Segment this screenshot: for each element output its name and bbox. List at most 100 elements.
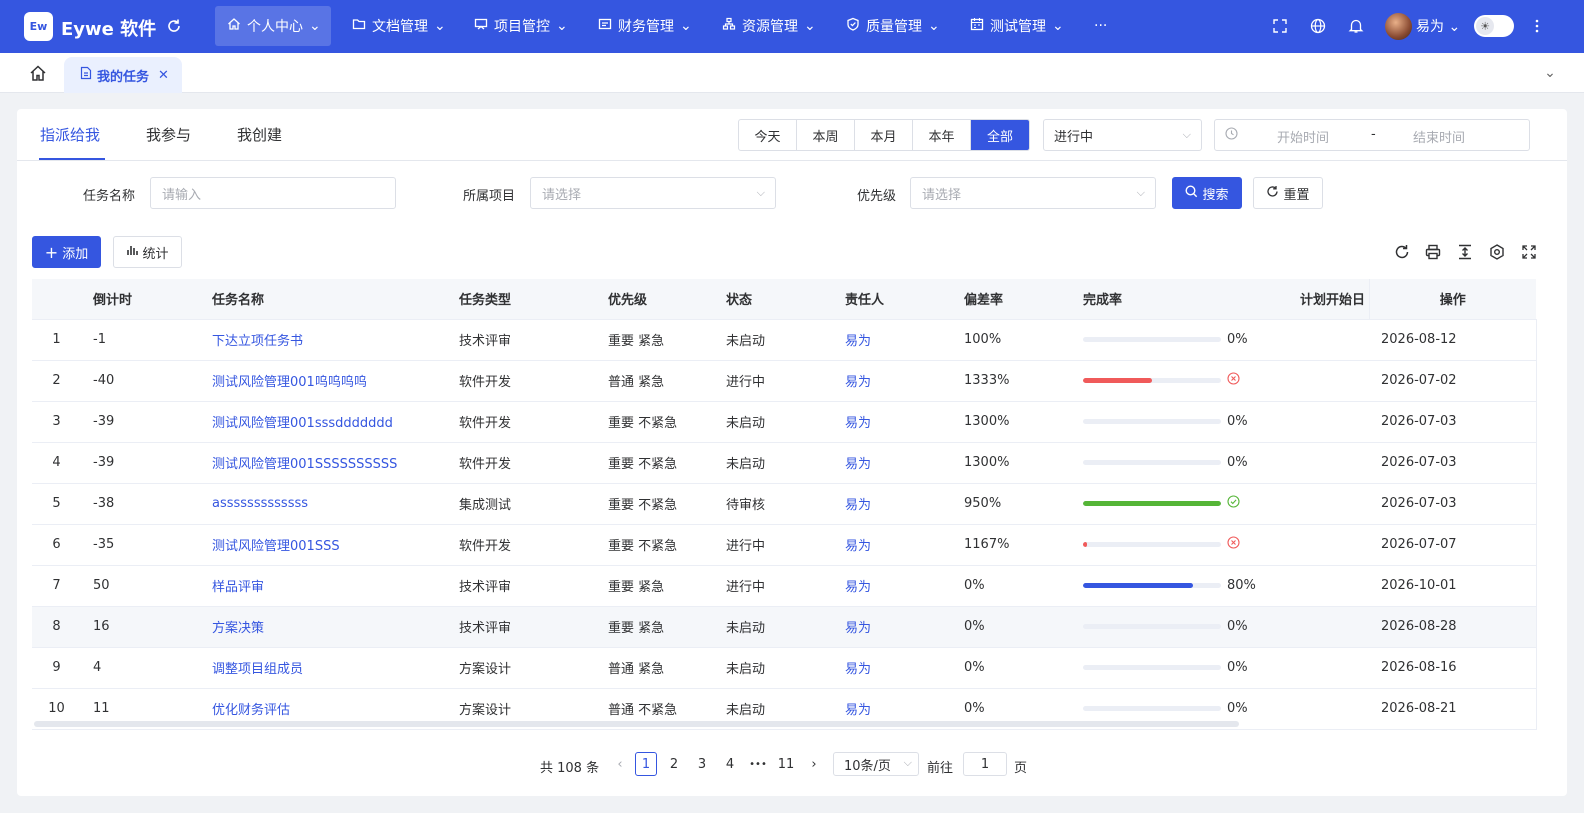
column-header[interactable]: 偏差率 — [952, 279, 1071, 320]
table-row[interactable]: 6 -35 测试风险管理001SSS 软件开发 重要 不紧急 进行中 易为 1167% 2026… — [32, 524, 1536, 566]
priority-select[interactable]: 请选择 ⌵ — [910, 177, 1156, 209]
progress-cell — [1071, 360, 1369, 402]
range-today-button[interactable]: 今天 — [739, 120, 797, 150]
column-header[interactable]: 任务名称 — [200, 279, 447, 320]
theme-toggle[interactable]: ☀ — [1474, 15, 1514, 37]
owner-link[interactable]: 易为 — [833, 524, 952, 566]
owner-link[interactable]: 易为 — [833, 401, 952, 443]
next-page-icon[interactable]: › — [803, 752, 825, 776]
subtab-created[interactable]: 我创建 — [237, 124, 282, 145]
task-name-link[interactable]: 样品评审 — [200, 565, 447, 607]
menu-personal-center[interactable]: 个人中心 ⌄ — [215, 6, 331, 46]
range-month-button[interactable]: 本月 — [855, 120, 913, 150]
range-year-button[interactable]: 本年 — [913, 120, 971, 150]
start-date-input[interactable]: 开始时间 — [1277, 127, 1329, 146]
home-tab-icon[interactable] — [26, 62, 50, 84]
task-name-input[interactable]: 请输入 — [150, 177, 396, 209]
page-number[interactable]: 1 — [635, 752, 657, 776]
owner-link[interactable]: 易为 — [833, 442, 952, 484]
priority-cell: 重要 紧急 — [596, 319, 714, 361]
page-number[interactable]: 4 — [719, 752, 741, 776]
owner-link[interactable]: 易为 — [833, 647, 952, 689]
table-row[interactable]: 1 -1 下达立项任务书 技术评审 重要 紧急 未启动 易为 100% 0% 2026-08-12… — [32, 319, 1536, 361]
task-name-link[interactable]: 测试风险管理001SSSSSSSSSS — [200, 442, 447, 484]
subtab-assigned-to-me[interactable]: 指派给我 — [40, 124, 100, 145]
table-row[interactable]: 2 -40 测试风险管理001呜呜呜呜 软件开发 普通 紧急 进行中 易为 1333% 2026… — [32, 360, 1536, 402]
globe-icon[interactable] — [1307, 15, 1329, 37]
add-button[interactable]: + 添加 — [32, 236, 101, 268]
subtab-participating[interactable]: 我参与 — [146, 124, 191, 145]
fullscreen-icon[interactable] — [1269, 15, 1291, 37]
menu-test-management[interactable]: 测试管理 ⌄ — [958, 6, 1076, 46]
reset-button[interactable]: 重置 — [1253, 177, 1323, 209]
goto-page-input[interactable]: 1 — [963, 752, 1007, 776]
table-row[interactable]: 4 -39 测试风险管理001SSSSSSSSSS 软件开发 重要 不紧急 未启动 易为 13… — [32, 442, 1536, 484]
close-icon[interactable]: ✕ — [158, 68, 169, 83]
bell-icon[interactable] — [1345, 15, 1367, 37]
menu-document-management[interactable]: 文档管理 ⌄ — [340, 6, 458, 46]
owner-link[interactable]: 易为 — [833, 606, 952, 648]
column-header[interactable]: 优先级 — [596, 279, 714, 320]
page-size-select[interactable]: 10条/页 ⌵ — [833, 752, 919, 776]
gear-icon[interactable] — [1488, 243, 1506, 261]
menu-project-control[interactable]: 项目管控 ⌄ — [462, 6, 580, 46]
project-select[interactable]: 请选择 ⌵ — [530, 177, 776, 209]
page-ellipsis[interactable]: ••• — [747, 752, 769, 776]
column-header[interactable]: 倒计时 — [81, 279, 200, 320]
owner-link[interactable]: 易为 — [833, 565, 952, 607]
refresh-icon[interactable] — [163, 15, 185, 37]
menu-quality-management[interactable]: 质量管理 ⌄ — [834, 6, 952, 46]
column-height-icon[interactable] — [1456, 243, 1474, 261]
deviation-cell: 1300% — [952, 442, 1071, 484]
range-all-button[interactable]: 全部 — [971, 120, 1029, 150]
avatar[interactable] — [1385, 13, 1412, 40]
table-row[interactable]: 5 -38 asssssssssssss 集成测试 重要 不紧急 待审核 易为 950% 202… — [32, 483, 1536, 525]
task-name-link[interactable]: 调整项目组成员 — [200, 647, 447, 689]
range-week-button[interactable]: 本周 — [797, 120, 855, 150]
app-logo[interactable]: Ew — [24, 12, 53, 41]
table-row[interactable]: 816方案决策技术评审重要 紧急未启动易为0%0%2026-08-28详情|更多… — [32, 606, 1536, 648]
progress-text: 0% — [1227, 455, 1248, 470]
horizontal-scrollbar[interactable] — [34, 721, 1239, 727]
search-button[interactable]: 搜索 — [1172, 177, 1242, 209]
task-name-link[interactable]: 测试风险管理001sssddddddd — [200, 401, 447, 443]
table-row[interactable]: 94调整项目组成员方案设计普通 紧急未启动易为0%0%2026-08-16详情|… — [32, 647, 1536, 689]
page-number[interactable]: 2 — [663, 752, 685, 776]
column-header[interactable]: 状态 — [714, 279, 833, 320]
deviation-cell: 1333% — [952, 360, 1071, 402]
progress-track — [1083, 337, 1221, 342]
page-number[interactable]: 3 — [691, 752, 713, 776]
owner-link[interactable]: 易为 — [833, 319, 952, 361]
menu-finance-management[interactable]: 财务管理 ⌄ — [586, 6, 704, 46]
owner-link[interactable]: 易为 — [833, 483, 952, 525]
task-name-link[interactable]: 方案决策 — [200, 606, 447, 648]
task-name-link[interactable]: 测试风险管理001呜呜呜呜 — [200, 360, 447, 402]
table-row[interactable]: 750样品评审技术评审重要 紧急进行中易为0%80%2026-10-01详情|更… — [32, 565, 1536, 607]
status-cell: 待审核 — [714, 483, 833, 525]
task-name-link[interactable]: 测试风险管理001SSS — [200, 524, 447, 566]
expand-icon[interactable] — [1520, 243, 1538, 261]
prev-page-icon[interactable]: ‹ — [609, 752, 631, 776]
end-date-input[interactable]: 结束时间 — [1413, 127, 1465, 146]
tab-my-tasks[interactable]: 我的任务 ✕ — [64, 57, 182, 93]
stats-button[interactable]: 统计 — [113, 236, 182, 268]
menu-more[interactable]: ··· — [1082, 6, 1119, 46]
table-row[interactable]: 3 -39 测试风险管理001sssddddddd 软件开发 重要 不紧急 未启动 易为 13… — [32, 401, 1536, 443]
column-header[interactable]: 计划开始日 — [1288, 279, 1369, 320]
user-menu[interactable]: 易为 ⌄ — [1416, 16, 1460, 36]
task-name-link[interactable]: asssssssssssss — [200, 483, 447, 525]
owner-link[interactable]: 易为 — [833, 360, 952, 402]
placeholder: 请选择 — [922, 187, 962, 203]
menu-resource-management[interactable]: 资源管理 ⌄ — [710, 6, 828, 46]
task-name-link[interactable]: 下达立项任务书 — [200, 319, 447, 361]
more-vertical-icon[interactable] — [1526, 15, 1548, 37]
column-header[interactable]: 完成率 — [1071, 279, 1288, 320]
chevron-down-icon[interactable]: ⌄ — [1540, 63, 1560, 83]
page-number[interactable]: 11 — [775, 752, 797, 776]
refresh-icon[interactable] — [1393, 243, 1411, 261]
date-range-picker[interactable]: 开始时间 - 结束时间 — [1214, 119, 1530, 151]
status-select[interactable]: 进行中 ⌵ — [1043, 119, 1202, 151]
column-header[interactable]: 责任人 — [833, 279, 952, 320]
print-icon[interactable] — [1424, 243, 1442, 261]
column-header[interactable]: 任务类型 — [447, 279, 596, 320]
